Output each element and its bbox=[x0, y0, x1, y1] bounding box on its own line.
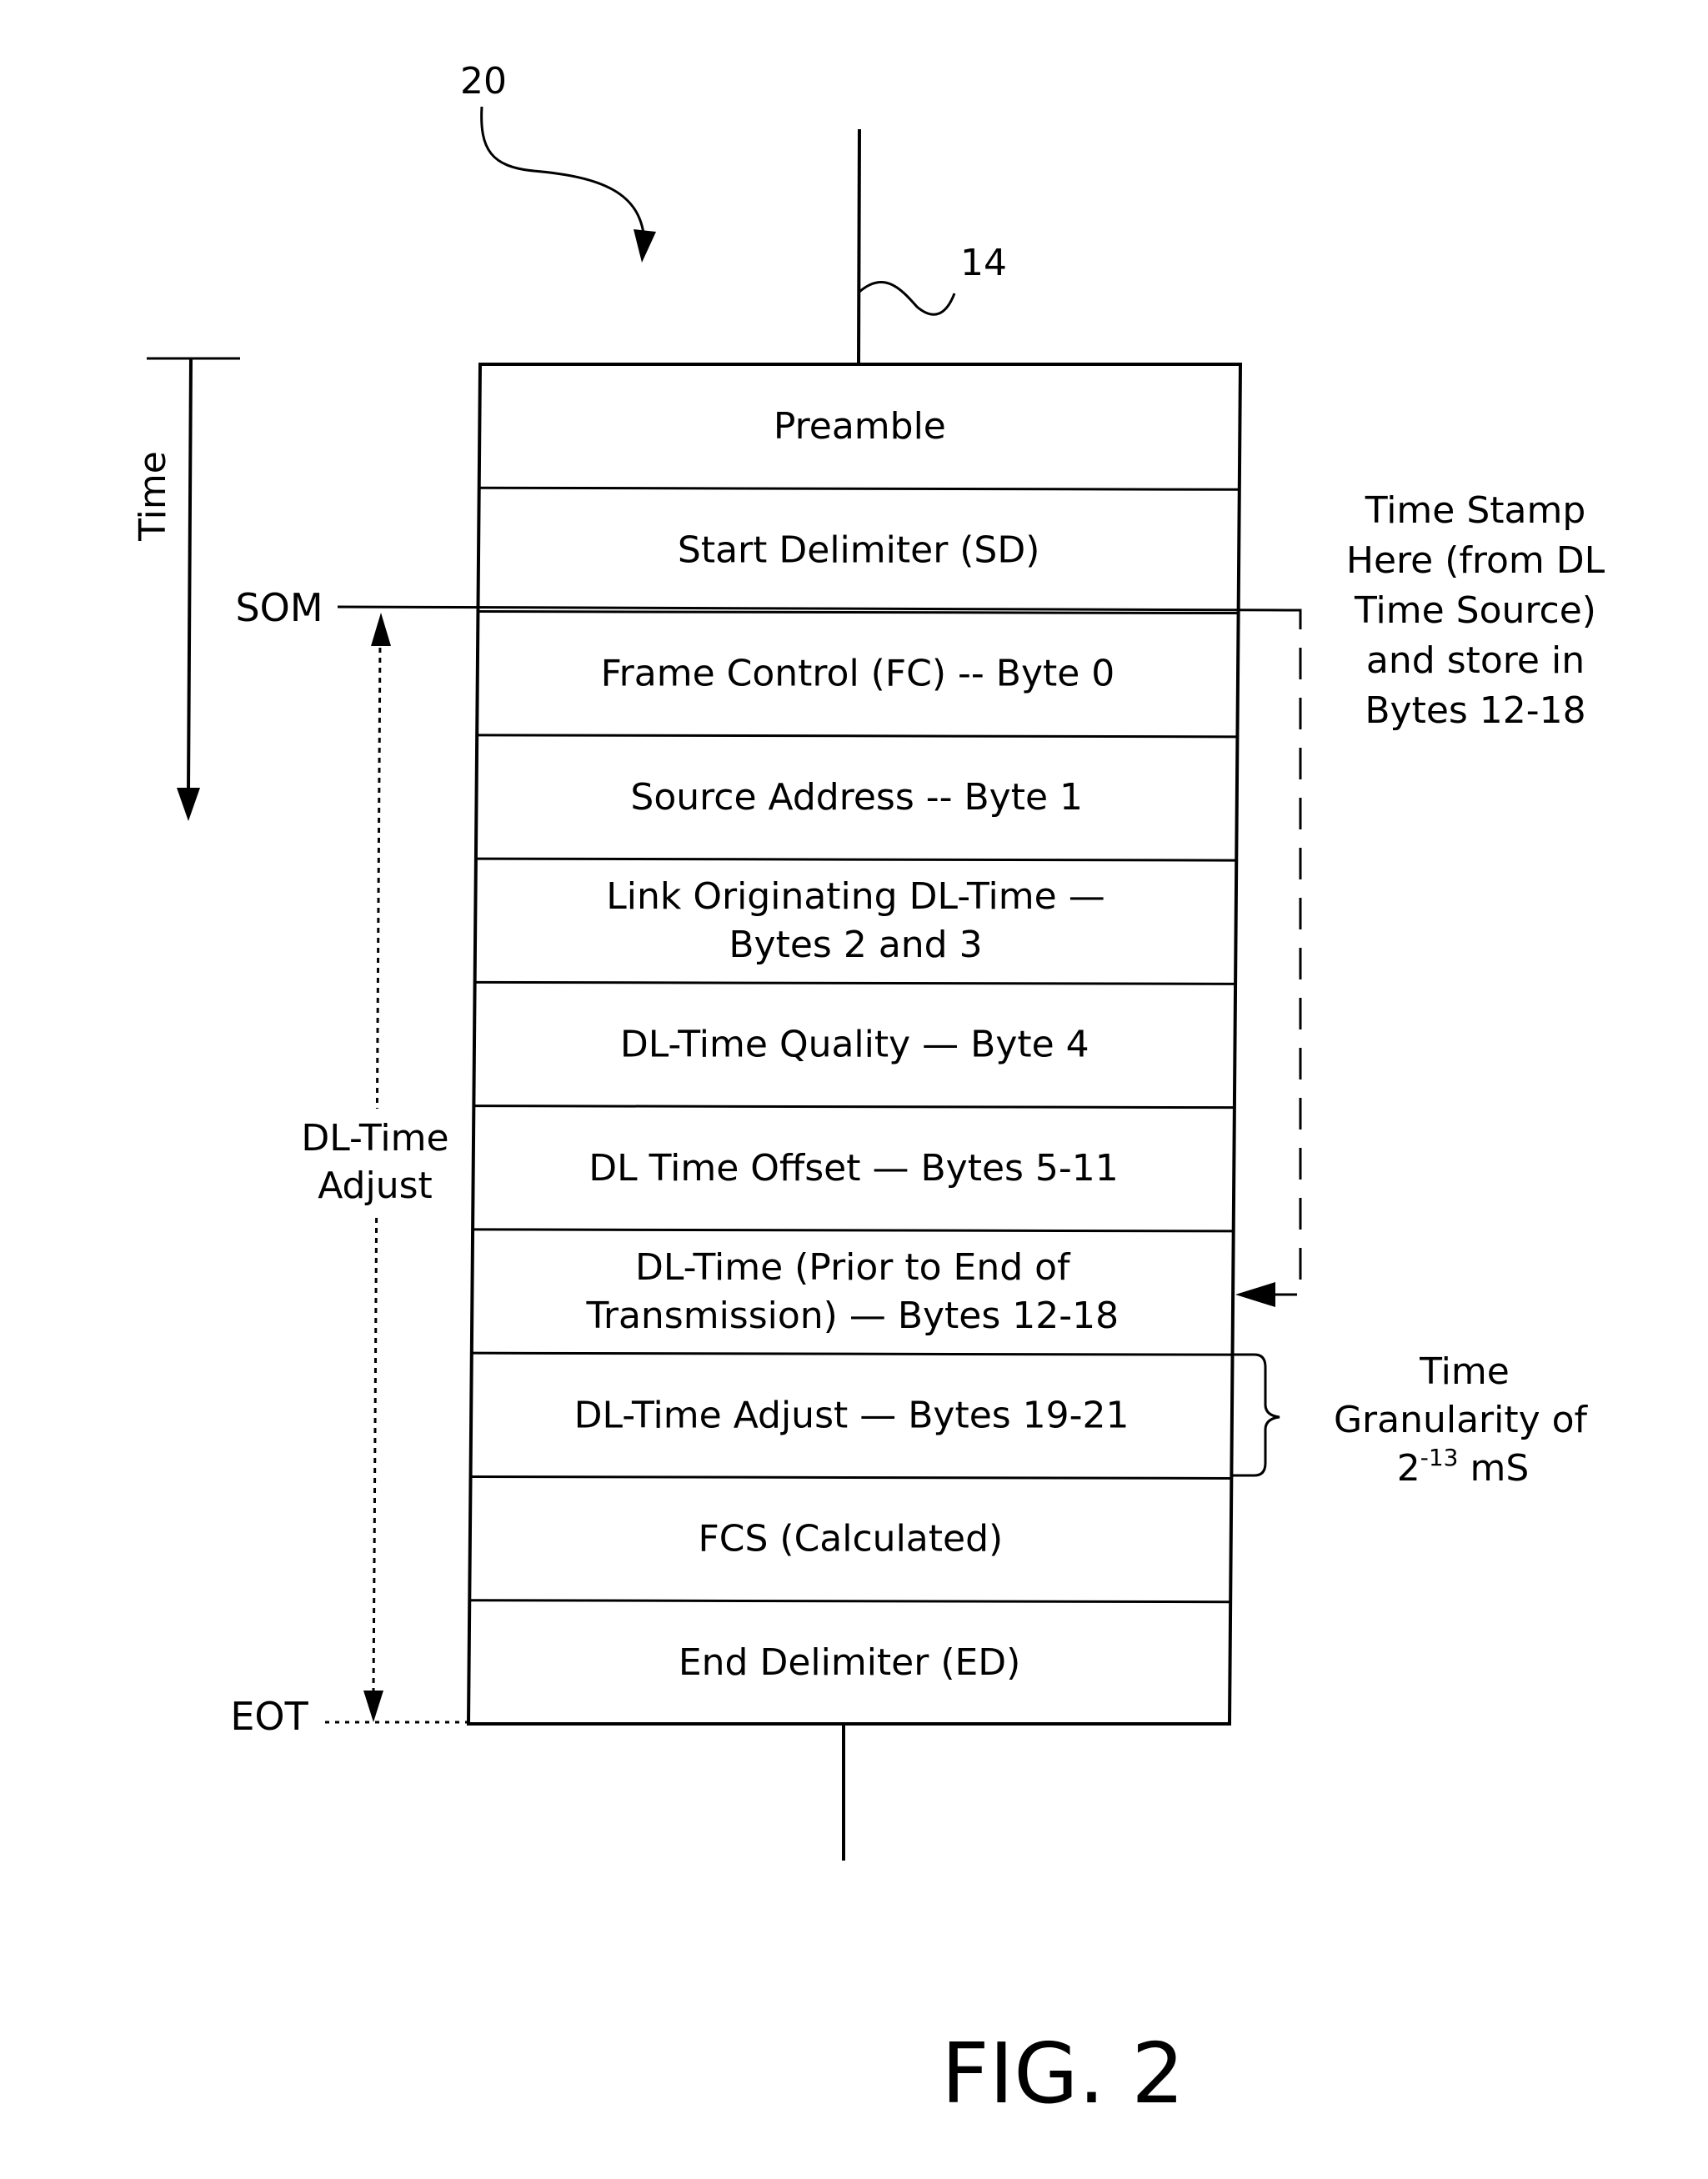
field-divider bbox=[474, 980, 1236, 985]
field-label: Frame Control (FC) -- Byte 0 bbox=[601, 653, 1115, 695]
field-label: Bytes 2 and 3 bbox=[729, 924, 982, 966]
frame-field: DL Time Offset — Bytes 5-11 bbox=[473, 1105, 1235, 1190]
time-axis-arrowhead-icon bbox=[177, 788, 200, 821]
adjust-label-line2: Adjust bbox=[318, 1165, 433, 1207]
adjust-arrowhead-down-icon bbox=[363, 1691, 383, 1722]
frame-field: Start Delimiter (SD) bbox=[478, 486, 1240, 571]
field-label: Link Originating DL-Time — bbox=[606, 875, 1104, 918]
field-divider bbox=[477, 734, 1238, 739]
field-label: FCS (Calculated) bbox=[698, 1518, 1003, 1560]
granularity-base: 2 bbox=[1397, 1447, 1420, 1490]
field-label: DL-Time Adjust — Bytes 19-21 bbox=[574, 1394, 1129, 1436]
field-label: Start Delimiter (SD) bbox=[678, 528, 1040, 571]
field-label: Source Address -- Byte 1 bbox=[630, 776, 1083, 819]
timestamp-note-line: Time Source) bbox=[1354, 589, 1596, 632]
field-divider bbox=[473, 1228, 1234, 1233]
frame-field: FCS (Calculated) bbox=[470, 1475, 1232, 1560]
frame-field: DL-Time Quality — Byte 4 bbox=[474, 980, 1236, 1066]
timestamp-note-line: Here (from DL bbox=[1346, 539, 1605, 582]
ref-label-14: 14 bbox=[960, 242, 1007, 284]
frame-field: Link Originating DL-Time — Bytes 2 and 3 bbox=[475, 857, 1237, 966]
frame-field: End Delimiter (ED) bbox=[469, 1599, 1231, 1684]
frame-field: DL-Time Adjust — Bytes 19-21 bbox=[471, 1351, 1233, 1436]
field-divider bbox=[470, 1475, 1232, 1480]
ref-14-leader bbox=[859, 281, 956, 316]
granularity-line3: 2-13 mS bbox=[1397, 1444, 1530, 1490]
ref-20-arrowhead-icon bbox=[634, 229, 656, 263]
timestamp-note-line: Bytes 12-18 bbox=[1365, 689, 1585, 732]
granularity-exp: -13 bbox=[1420, 1444, 1459, 1471]
field-label: End Delimiter (ED) bbox=[679, 1641, 1021, 1684]
field-label: DL-Time Quality — Byte 4 bbox=[620, 1024, 1089, 1066]
granularity-line2: Granularity of bbox=[1334, 1399, 1589, 1441]
time-axis-line bbox=[187, 358, 193, 793]
field-divider bbox=[478, 486, 1240, 491]
timestamp-note-line: Time Stamp bbox=[1365, 489, 1586, 532]
frame-field: Preamble bbox=[774, 405, 946, 448]
timestamp-dashed-connector bbox=[1250, 609, 1302, 1296]
field-divider bbox=[471, 1351, 1233, 1356]
frame-field-stack: Preamble Start Delimiter (SD) Frame Contro… bbox=[466, 363, 1243, 1726]
frame-field: Frame Control (FC) -- Byte 0 bbox=[478, 610, 1239, 695]
field-label: Transmission) — Bytes 12-18 bbox=[585, 1295, 1119, 1337]
ref-label-20: 20 bbox=[460, 60, 507, 103]
field-divider bbox=[469, 1599, 1231, 1604]
timestamp-note: Time Stamp Here (from DL Time Source) and s… bbox=[1346, 489, 1605, 732]
som-label: SOM bbox=[235, 585, 323, 630]
timestamp-arrowhead-icon bbox=[1235, 1282, 1275, 1307]
timestamp-note-line: and store in bbox=[1366, 639, 1585, 682]
granularity-brace-icon bbox=[1232, 1353, 1280, 1477]
field-divider bbox=[475, 857, 1237, 862]
field-divider bbox=[478, 610, 1239, 615]
field-label: DL Time Offset — Bytes 5-11 bbox=[589, 1147, 1119, 1190]
time-axis-label: Time bbox=[132, 451, 174, 542]
frame-field: Source Address -- Byte 1 bbox=[477, 734, 1238, 819]
frame-diagram: 20 14 Time SOM EOT DL-Time Adjust Preamb… bbox=[132, 60, 1605, 2122]
field-divider bbox=[473, 1105, 1235, 1110]
som-line bbox=[337, 605, 1289, 612]
granularity-unit: mS bbox=[1458, 1447, 1529, 1490]
ref-20-curved-arrow bbox=[480, 106, 646, 243]
granularity-line1: Time bbox=[1419, 1350, 1510, 1393]
figure-label: FIG. 2 bbox=[941, 2025, 1185, 2122]
field-label: DL-Time (Prior to End of bbox=[635, 1246, 1071, 1289]
field-label: Preamble bbox=[774, 405, 946, 448]
adjust-arrowhead-up-icon bbox=[371, 613, 391, 646]
frame-field: DL-Time (Prior to End of Transmission) — … bbox=[473, 1228, 1234, 1337]
eot-label: EOT bbox=[230, 1694, 308, 1739]
adjust-label-line1: DL-Time bbox=[301, 1117, 448, 1160]
